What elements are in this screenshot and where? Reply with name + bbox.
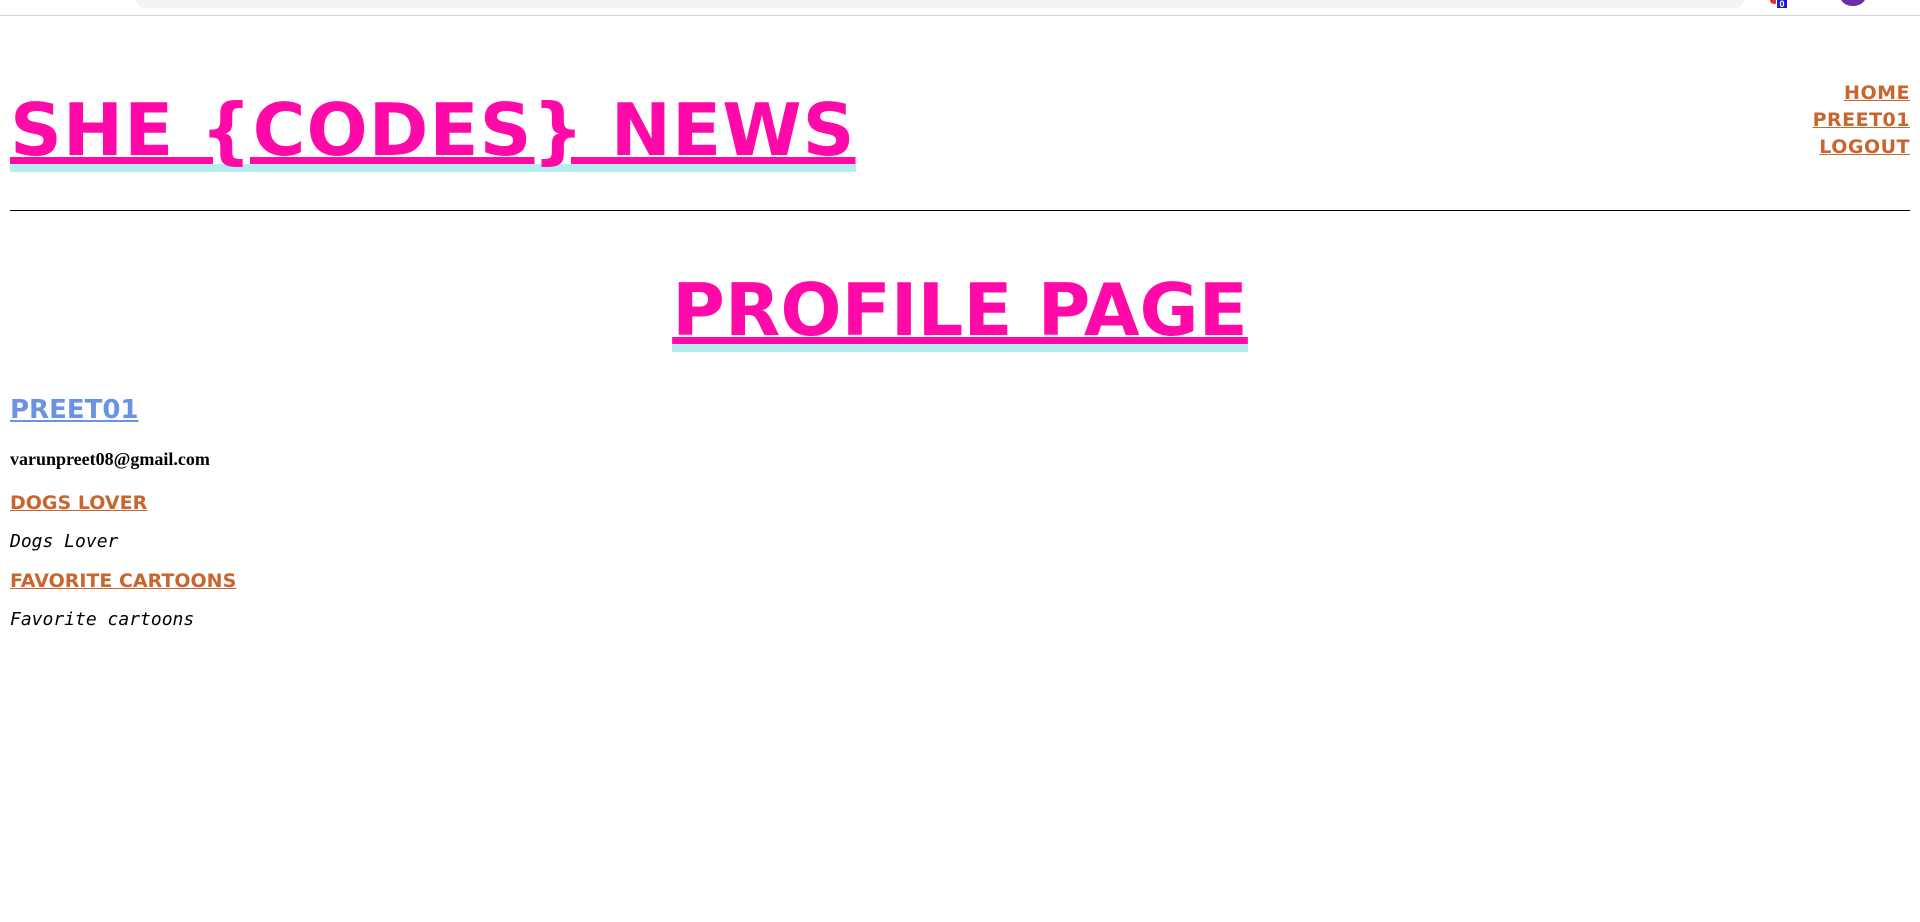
- nav-profile-link[interactable]: PREET01: [1813, 107, 1910, 134]
- story-title-link[interactable]: DOGS LOVER: [10, 490, 147, 516]
- profile-content: PREET01 varunpreet08@gmail.com DOGS LOVE…: [10, 392, 910, 632]
- profile-email: varunpreet08@gmail.com: [10, 449, 210, 469]
- site-title-link[interactable]: SHE {CODES} NEWS: [10, 88, 856, 172]
- browser-toolbar: 0: [0, 0, 1920, 16]
- story-title-link[interactable]: FAVORITE CARTOONS: [10, 568, 236, 594]
- profile-username-link[interactable]: PREET01: [10, 395, 139, 425]
- story-item: DOGS LOVER Dogs Lover: [10, 490, 910, 554]
- address-bar[interactable]: [136, 0, 1744, 8]
- page-title: PROFILE PAGE: [672, 268, 1248, 352]
- page-heading-container: PROFILE PAGE: [0, 268, 1920, 352]
- browser-profile-avatar[interactable]: [1840, 0, 1866, 6]
- story-item: FAVORITE CARTOONS Favorite cartoons: [10, 568, 910, 632]
- main-nav: HOME PREET01 LOGOUT: [1813, 80, 1910, 161]
- nav-home-link[interactable]: HOME: [1813, 80, 1910, 107]
- site-header: SHE {CODES} NEWS HOME PREET01 LOGOUT: [10, 60, 1910, 210]
- story-description: Dogs Lover: [10, 531, 119, 552]
- header-divider: [10, 210, 1910, 211]
- extension-badge: 0: [1776, 0, 1788, 9]
- nav-logout-link[interactable]: LOGOUT: [1813, 134, 1910, 161]
- extension-icon[interactable]: 0: [1770, 0, 1790, 10]
- story-description: Favorite cartoons: [10, 609, 195, 630]
